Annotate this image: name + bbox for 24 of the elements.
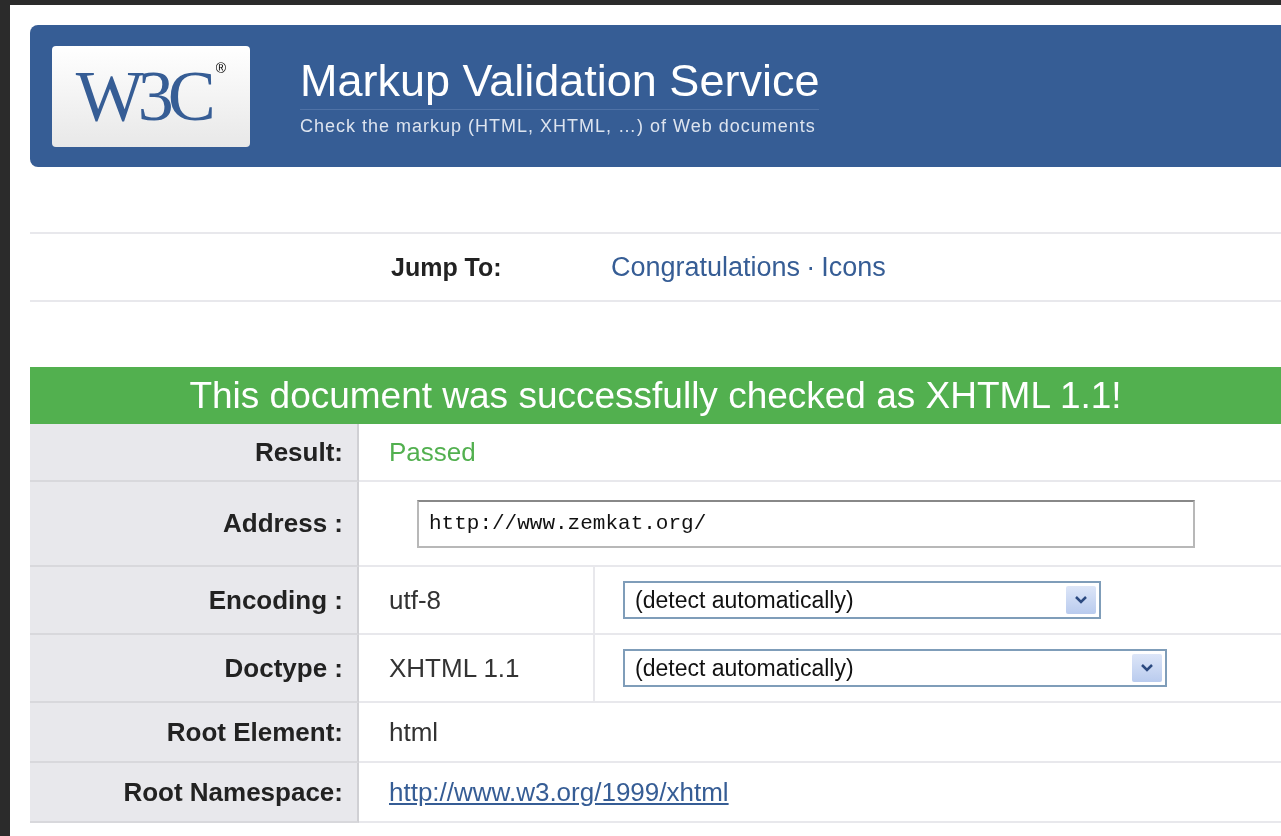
dropdown[interactable]: (detect automatically) [623, 649, 1167, 687]
row-label: Encoding : [30, 567, 359, 635]
w3c-logo: W3C® [52, 45, 250, 147]
row-label: Root Element: [30, 703, 359, 763]
row-label: Doctype : [30, 635, 359, 703]
row-label: Root Namespace: [30, 763, 359, 823]
jump-link[interactable]: Congratulations [611, 251, 801, 283]
detected-value: XHTML 1.1 [359, 635, 595, 701]
row-label: Result: [30, 424, 359, 482]
jump-link[interactable]: Icons [821, 251, 886, 283]
dropdown[interactable]: (detect automatically) [623, 581, 1101, 619]
caret-icon [1132, 654, 1162, 682]
result-value: Passed [388, 436, 476, 468]
detected-value: utf-8 [359, 567, 595, 633]
root-element-value: html [388, 715, 439, 749]
separator: · [806, 251, 816, 283]
address-field[interactable]: http://www.zemkat.org/ [417, 499, 1195, 548]
page-subtitle: Check the markup (HTML, XHTML, …) of Web documents [300, 116, 817, 137]
caret-icon [1066, 586, 1096, 614]
jump-label: Jump To: [391, 252, 503, 282]
success-banner: This document was successfully checked as XHTML 1.1! [30, 367, 1281, 424]
namespace-link[interactable]: http://www.w3.org/1999/xhtml [359, 776, 729, 808]
page-title: Markup Validation Service [300, 55, 820, 110]
row-label: Address : [30, 482, 359, 567]
